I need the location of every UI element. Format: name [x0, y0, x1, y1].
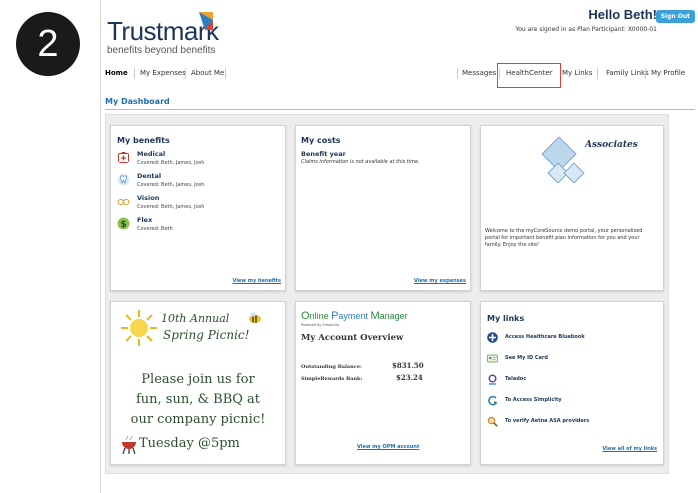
link-label: Teladoc [505, 376, 527, 382]
sun-icon [121, 310, 157, 346]
opm-logo-o: O [301, 310, 310, 322]
account-overview-title: My Account Overview [301, 333, 404, 343]
associates-card: Associates Welcome to the myCoreSource d… [480, 125, 664, 291]
view-benefits-link[interactable]: View my benefits [233, 278, 281, 284]
picnic-line-3: Please join us for [141, 372, 255, 387]
opm-logo-m: M [370, 310, 380, 322]
link-label: See My ID Card [505, 355, 548, 361]
view-opm-link[interactable]: View my OPM account [357, 444, 419, 450]
nav-family-links[interactable]: Family Links [606, 69, 649, 77]
benefits-card: My benefits Medical Covered: Beth, James… [110, 125, 286, 291]
search-provider-icon [487, 416, 498, 427]
benefit-covered: Covered: Beth, James, Josh [137, 160, 205, 166]
sign-out-button[interactable]: Sign Out [655, 10, 695, 23]
page-title: My Dashboard [105, 97, 170, 106]
benefit-year-label: Benefit year [301, 150, 346, 158]
main-nav: Home My Expenses About Me Messages Healt… [101, 65, 698, 81]
benefit-name: Medical [137, 150, 166, 158]
costs-title: My costs [301, 136, 341, 145]
picnic-line-2: Spring Picnic! [163, 328, 250, 342]
svg-text:$: $ [120, 220, 126, 230]
nav-messages[interactable]: Messages [462, 69, 496, 77]
view-expenses-link[interactable]: View my expenses [414, 278, 466, 284]
teladoc-icon [488, 374, 497, 385]
view-all-links-link[interactable]: View all of my links [602, 446, 657, 452]
portal-window: Trustmark benefits beyond benefits Hello… [100, 0, 698, 493]
opm-logo: Online Payment Manager [301, 310, 408, 322]
picnic-line-4: fun, sun, & BBQ at [135, 392, 261, 407]
id-card-icon [487, 354, 498, 363]
signed-in-text: You are signed in as Plan Participant: X… [515, 26, 657, 33]
picnic-line-5: our company picnic! [130, 412, 266, 427]
bluebook-icon [487, 332, 498, 343]
costs-card: My costs Benefit year Claims information… [295, 125, 471, 291]
picnic-flyer-card: 10th Annual Spring Picnic! Please join u… [110, 301, 286, 465]
links-card: My links Access Healthcare Bluebook See … [480, 301, 664, 465]
link-label: To verify Aetna ASA providers [505, 418, 590, 424]
rewards-bank-value: $23.24 [396, 373, 423, 382]
welcome-text: Welcome to the myCoreSource demo portal,… [485, 228, 643, 248]
trustmark-logo[interactable]: Trustmark benefits beyond benefits [107, 12, 219, 56]
nav-divider [185, 68, 186, 79]
benefit-name: Vision [137, 194, 160, 202]
opm-logo-anager: anager [379, 311, 408, 321]
nav-about-me[interactable]: About Me [191, 69, 224, 77]
associates-logo-text: Associates [585, 140, 638, 150]
opm-logo-nline: nline [309, 311, 332, 321]
picnic-line-1: 10th Annual [161, 312, 230, 325]
benefit-covered: Covered: Beth, James, Josh [137, 204, 205, 210]
opm-logo-ayment: ayment [338, 311, 371, 321]
claims-note: Claims information is not available at t… [301, 159, 420, 165]
healthcenter-highlight [497, 63, 561, 88]
step-badge: 2 [16, 12, 80, 76]
vision-icon [117, 198, 130, 206]
benefit-covered: Covered: Beth, James, Josh [137, 182, 205, 188]
outstanding-balance-label: Outstanding Balance: [301, 364, 362, 370]
nav-my-links[interactable]: My Links [562, 69, 592, 77]
trustmark-flag-icon [199, 12, 213, 30]
benefit-covered: Covered: Beth [137, 226, 173, 232]
simplicity-icon [488, 395, 498, 406]
nav-my-profile[interactable]: My Profile [651, 69, 685, 77]
rewards-bank-label: SimpleRewards Bank: [301, 376, 363, 382]
dashboard-grid: My benefits Medical Covered: Beth, James… [105, 114, 669, 474]
link-label: Access Healthcare Bluebook [505, 334, 585, 340]
nav-my-expenses[interactable]: My Expenses [140, 69, 186, 77]
link-label: To Access Simplicity [505, 397, 562, 403]
nav-divider [597, 68, 598, 79]
brand-tagline: benefits beyond benefits [107, 45, 216, 56]
links-title: My links [487, 314, 525, 323]
nav-divider [225, 68, 226, 79]
flex-icon: $ [117, 217, 130, 230]
dental-icon [117, 173, 130, 186]
medical-icon [118, 152, 129, 163]
nav-home[interactable]: Home [105, 69, 128, 77]
benefit-name: Flex [137, 216, 153, 224]
title-divider [105, 109, 695, 110]
grill-icon [122, 436, 136, 454]
bee-icon [249, 312, 261, 323]
outstanding-balance-value: $831.50 [392, 361, 424, 370]
opm-powered-by: Powered by Simplicity [301, 323, 340, 327]
nav-divider [134, 68, 135, 79]
picnic-line-6: Tuesday @5pm [139, 436, 240, 451]
benefit-name: Dental [137, 172, 162, 180]
benefits-title: My benefits [117, 136, 170, 145]
greeting: Hello Beth! [588, 7, 657, 22]
nav-divider [645, 68, 646, 79]
opm-card: Online Payment Manager Powered by Simpli… [295, 301, 471, 465]
nav-divider [457, 68, 458, 79]
